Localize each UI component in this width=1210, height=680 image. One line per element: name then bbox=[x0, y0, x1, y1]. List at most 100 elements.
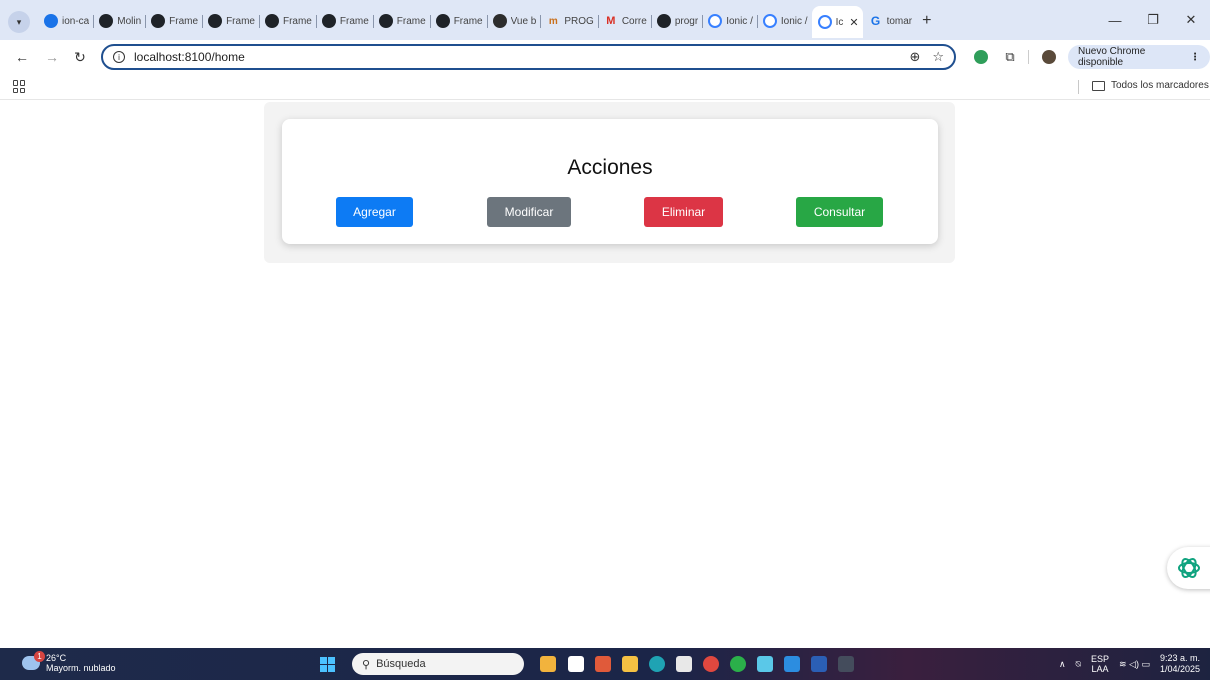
ionic-icon bbox=[762, 14, 777, 28]
site-info-icon[interactable]: i bbox=[113, 51, 125, 63]
tab-4[interactable]: Frame bbox=[258, 7, 316, 35]
terminal-icon[interactable] bbox=[838, 656, 854, 672]
back-arrow-icon[interactable]: ← bbox=[12, 47, 32, 67]
language-top: ESP bbox=[1090, 654, 1109, 664]
weather-badge: 1 bbox=[34, 651, 45, 662]
word-icon[interactable] bbox=[811, 656, 827, 672]
github-icon bbox=[321, 14, 336, 28]
tab-label: PROG bbox=[564, 15, 594, 27]
new-tab-icon[interactable]: + bbox=[922, 12, 931, 30]
tab-label: Ic bbox=[835, 16, 844, 28]
chrome-update-label: Nuevo Chrome disponible bbox=[1078, 46, 1146, 68]
extension-icon[interactable] bbox=[974, 50, 988, 64]
zoom-icon[interactable]: ⊕ bbox=[909, 49, 920, 65]
taskbar-search-label: Búsqueda bbox=[376, 658, 426, 670]
tab-label: Vue b bbox=[510, 15, 537, 27]
delete-button[interactable]: Eliminar bbox=[644, 197, 723, 227]
notepad-icon[interactable] bbox=[757, 656, 773, 672]
taskview-icon[interactable] bbox=[540, 656, 556, 672]
tab-label: Frame bbox=[339, 15, 369, 27]
all-bookmarks-button[interactable]: Todos los marcadores bbox=[1092, 80, 1209, 91]
clock-time: 9:23 a. m. bbox=[1159, 653, 1200, 663]
tab-12[interactable]: Ionic / bbox=[702, 7, 757, 35]
window-controls: — ❐ ✕ bbox=[1096, 0, 1210, 40]
tab-14[interactable]: Ic ✕ bbox=[811, 6, 863, 38]
tab-search-chevron-icon[interactable]: ▾ bbox=[8, 11, 30, 33]
github-icon bbox=[208, 14, 223, 28]
edge-icon[interactable] bbox=[649, 656, 665, 672]
query-button[interactable]: Consultar bbox=[796, 197, 883, 227]
github-icon bbox=[656, 14, 671, 28]
google-icon: G bbox=[870, 14, 881, 28]
store-icon[interactable] bbox=[676, 656, 692, 672]
tab-label: Ionic / bbox=[726, 15, 753, 27]
network-off-icon[interactable]: ⍉ bbox=[1076, 659, 1081, 670]
weather-widget[interactable]: 1 26°C Mayorm. nublado bbox=[22, 651, 116, 673]
chrome-update-button[interactable]: Nuevo Chrome disponible ⋮ bbox=[1068, 45, 1210, 69]
tab-7[interactable]: Frame bbox=[429, 7, 487, 35]
chrome-icon bbox=[44, 14, 58, 28]
vscode-icon[interactable] bbox=[784, 656, 800, 672]
github-icon bbox=[378, 14, 393, 28]
taskbar-search[interactable]: ⚲ Búsqueda bbox=[352, 653, 524, 675]
tab-11[interactable]: progr bbox=[650, 7, 702, 35]
ionic-icon bbox=[817, 15, 832, 29]
address-bar-url[interactable]: localhost:8100/home bbox=[134, 50, 245, 64]
page-viewport: Acciones Agregar Modificar Eliminar Cons… bbox=[0, 101, 1210, 648]
tab-list: ion-ca Molin Frame Frame Frame Frame Frame Fram… bbox=[38, 6, 931, 38]
tab-label: Frame bbox=[169, 15, 199, 27]
language-indicator[interactable]: ESP LAA bbox=[1091, 654, 1109, 674]
weather-desc: Mayorm. nublado bbox=[46, 663, 116, 673]
prog-icon: m bbox=[548, 15, 558, 27]
tab-3[interactable]: Frame bbox=[202, 7, 259, 35]
tab-8[interactable]: Vue b bbox=[486, 7, 541, 35]
minimize-icon[interactable]: — bbox=[1096, 0, 1134, 40]
tab-10[interactable]: M Corre bbox=[597, 7, 651, 35]
gmail-icon: M bbox=[606, 15, 616, 27]
page-title: Acciones bbox=[567, 156, 653, 179]
wifi-volume-battery-icons[interactable]: ≋ ◁) ▭ bbox=[1119, 659, 1150, 670]
cloud-icon: 1 bbox=[22, 651, 45, 670]
forward-arrow-icon[interactable]: → bbox=[42, 47, 62, 67]
actions-card: Acciones Agregar Modificar Eliminar Cons… bbox=[282, 119, 938, 244]
windows-taskbar: 1 26°C Mayorm. nublado ⚲ Búsqueda ∧ ⍉ ES… bbox=[0, 648, 1210, 680]
bookmark-star-icon[interactable]: ☆ bbox=[932, 49, 944, 65]
address-bar[interactable]: i localhost:8100/home ⊕ ☆ bbox=[101, 44, 956, 70]
vue-icon bbox=[492, 14, 507, 28]
tab-9[interactable]: m PROG bbox=[540, 7, 597, 35]
github-icon bbox=[151, 14, 166, 28]
tab-15[interactable]: Gtomar bbox=[863, 7, 917, 35]
tab-label: Frame bbox=[453, 15, 483, 27]
windows-start-icon[interactable] bbox=[320, 657, 335, 672]
chatgpt-sidebar-button[interactable] bbox=[1167, 547, 1210, 589]
folder-icon bbox=[1092, 80, 1105, 91]
tab-label: Frame bbox=[226, 15, 255, 27]
tab-6[interactable]: Frame bbox=[372, 7, 430, 35]
tab-label: Corre bbox=[621, 15, 647, 27]
tab-2[interactable]: Frame bbox=[145, 7, 202, 35]
modify-button[interactable]: Modificar bbox=[487, 197, 571, 227]
extensions-puzzle-icon[interactable]: ⧉ bbox=[1000, 47, 1020, 67]
whatsapp-icon[interactable] bbox=[730, 656, 746, 672]
profile-avatar[interactable] bbox=[1042, 50, 1056, 64]
clock[interactable]: 9:23 a. m. 1/04/2025 bbox=[1160, 653, 1200, 675]
github-icon bbox=[99, 14, 114, 28]
tab-0[interactable]: ion-ca bbox=[38, 7, 93, 35]
chatgpt-icon bbox=[1178, 557, 1200, 579]
tab-label: Molin bbox=[117, 15, 142, 27]
tab-5[interactable]: Frame bbox=[315, 7, 373, 35]
xampp-icon[interactable] bbox=[595, 656, 611, 672]
add-button[interactable]: Agregar bbox=[336, 197, 413, 227]
tab-1[interactable]: Molin bbox=[93, 7, 145, 35]
reload-icon[interactable]: ↻ bbox=[70, 47, 90, 67]
tab-close-icon[interactable]: ✕ bbox=[849, 16, 858, 29]
chrome-taskbar-icon[interactable] bbox=[703, 656, 719, 672]
widgets-icon[interactable] bbox=[568, 656, 584, 672]
tab-label: ion-ca bbox=[62, 15, 90, 27]
close-window-icon[interactable]: ✕ bbox=[1172, 0, 1210, 40]
restore-icon[interactable]: ❐ bbox=[1134, 0, 1172, 40]
tab-13[interactable]: Ionic / bbox=[756, 7, 812, 35]
file-explorer-icon[interactable] bbox=[622, 656, 638, 672]
chevron-up-icon[interactable]: ∧ bbox=[1059, 659, 1066, 670]
apps-grid-icon[interactable] bbox=[13, 80, 26, 93]
